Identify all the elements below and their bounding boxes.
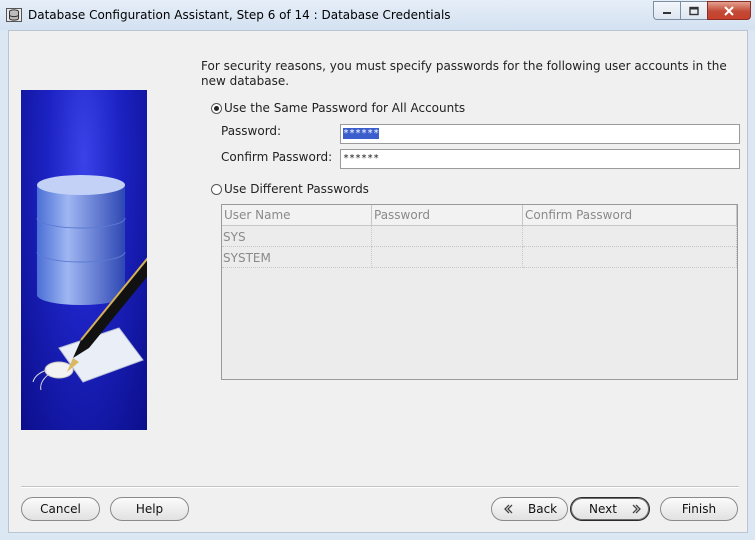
database-app-icon xyxy=(6,7,22,23)
close-icon xyxy=(724,5,734,16)
back-button[interactable]: Back xyxy=(491,497,568,521)
dbca-window: Database Configuration Assistant, Step 6… xyxy=(0,0,755,540)
database-pen-illustration xyxy=(21,90,147,430)
maximize-button[interactable] xyxy=(680,1,707,20)
cancel-button-label: Cancel xyxy=(40,502,81,516)
confirm-password-label: Confirm Password: xyxy=(221,150,333,164)
different-passwords-label: Use Different Passwords xyxy=(224,182,369,196)
confirm-password-field[interactable]: ****** xyxy=(340,149,740,169)
same-password-label: Use the Same Password for All Accounts xyxy=(224,101,466,115)
column-header-confirm-password: Confirm Password xyxy=(523,205,737,226)
cancel-button[interactable]: Cancel xyxy=(21,497,100,521)
finish-button-label: Finish xyxy=(681,502,717,516)
help-button-label: Help xyxy=(135,502,164,516)
cell-password[interactable] xyxy=(372,226,523,247)
table-row: SYS xyxy=(222,226,737,247)
column-header-password: Password xyxy=(372,205,523,226)
password-field[interactable]: ****** xyxy=(340,124,740,144)
minimize-icon xyxy=(663,11,671,14)
chevron-right-icon xyxy=(632,504,641,514)
table-row: SYSTEM xyxy=(222,247,737,268)
column-header-user-name: User Name xyxy=(222,205,372,226)
next-button[interactable]: Next xyxy=(570,497,650,521)
window-title: Database Configuration Assistant, Step 6… xyxy=(28,8,451,22)
cell-password[interactable] xyxy=(372,247,523,268)
user-password-table: User Name Password Confirm Password SYS … xyxy=(221,204,738,380)
different-passwords-radio[interactable] xyxy=(211,184,222,195)
next-button-label: Next xyxy=(589,502,617,516)
button-separator xyxy=(21,486,739,488)
chevron-left-icon xyxy=(504,504,513,514)
cell-confirm-password[interactable] xyxy=(523,247,737,268)
same-password-radio[interactable] xyxy=(211,103,222,114)
back-button-label: Back xyxy=(528,502,558,516)
confirm-password-value: ****** xyxy=(343,153,380,164)
window-controls xyxy=(653,1,751,21)
dialog-content: For security reasons, you must specify p… xyxy=(8,30,748,533)
password-label: Password: xyxy=(221,124,282,138)
maximize-icon xyxy=(689,6,699,15)
help-button[interactable]: Help xyxy=(110,497,189,521)
table-header: User Name Password Confirm Password xyxy=(222,205,737,226)
finish-button[interactable]: Finish xyxy=(660,497,738,521)
security-intro-text: For security reasons, you must specify p… xyxy=(201,59,727,88)
minimize-button[interactable] xyxy=(653,1,680,20)
cell-user-name: SYSTEM xyxy=(222,247,372,268)
title-bar: Database Configuration Assistant, Step 6… xyxy=(0,0,755,30)
close-button[interactable] xyxy=(707,1,751,20)
cell-user-name: SYS xyxy=(222,226,372,247)
password-value: ****** xyxy=(343,128,380,139)
cell-confirm-password[interactable] xyxy=(523,226,737,247)
